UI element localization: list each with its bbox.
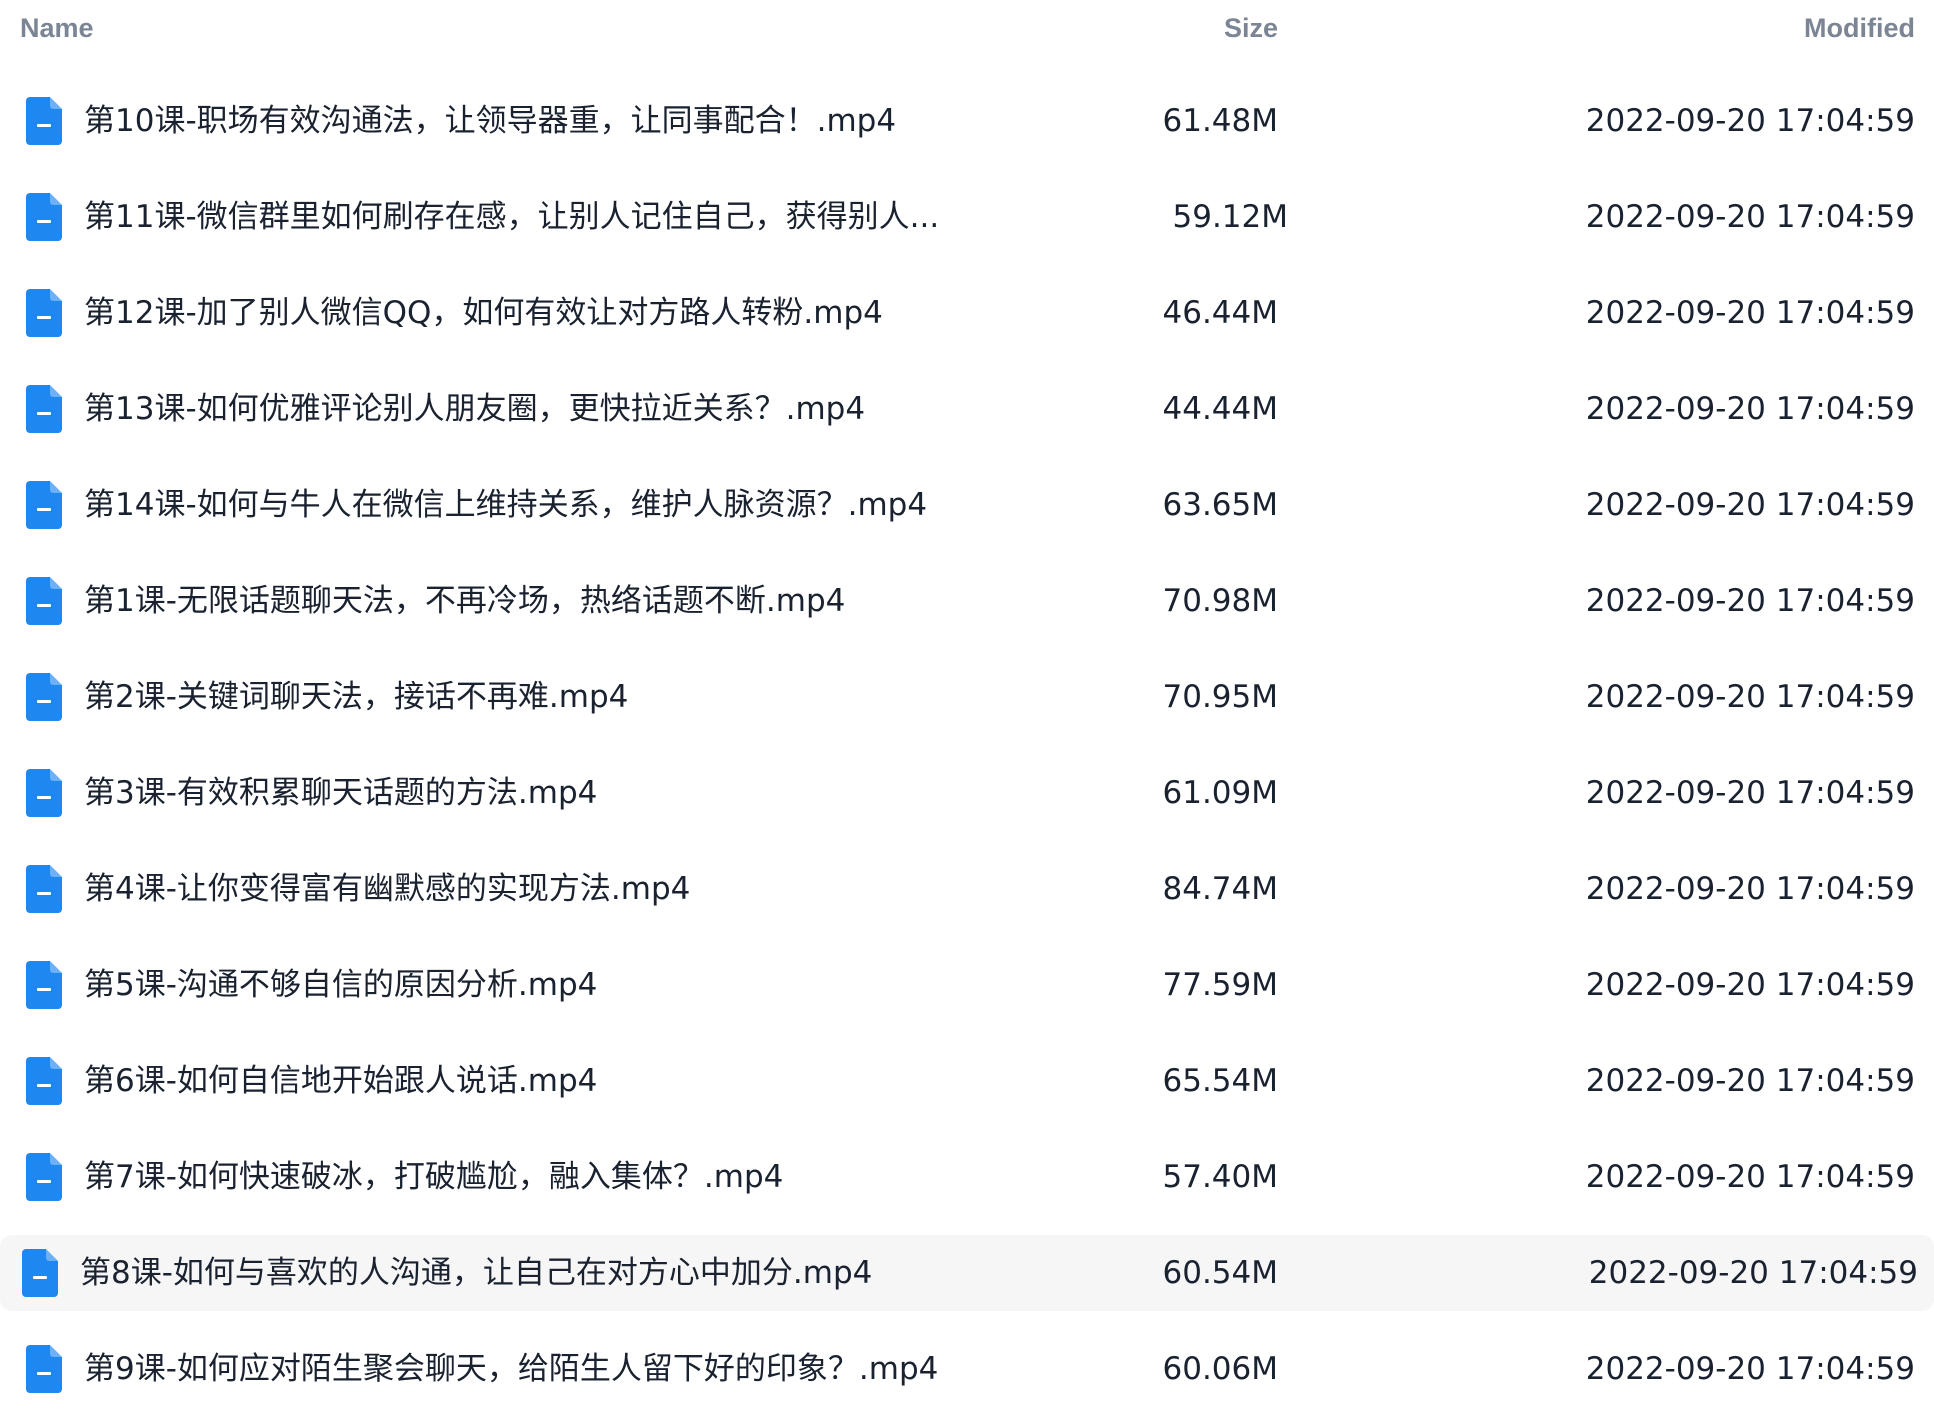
file-size: 70.98M [1162,583,1279,619]
file-icon [22,1249,58,1297]
file-modified-date: 2022-09-20 17:04:59 [1585,871,1915,907]
file-name: 第12课-加了别人微信QQ，如何有效让对方路人转粉.mp4 [84,295,883,331]
file-row[interactable]: 第12课-加了别人微信QQ，如何有效让对方路人转粉.mp4 46.44M 202… [0,275,1934,351]
file-modified-date: 2022-09-20 17:04:59 [1585,1063,1915,1099]
modified-column-header[interactable]: Modified [1804,13,1915,44]
file-row[interactable]: 第6课-如何自信地开始跟人说话.mp4 65.54M 2022-09-20 17… [0,1043,1934,1119]
file-size: 59.12M [1172,199,1289,235]
file-name: 第8课-如何与喜欢的人沟通，让自己在对方心中加分.mp4 [80,1255,873,1291]
file-name: 第5课-沟通不够自信的原因分析.mp4 [84,967,598,1003]
file-size: 60.54M [1162,1255,1279,1291]
file-icon [26,769,62,817]
file-modified-date: 2022-09-20 17:04:59 [1585,583,1915,619]
file-modified-date: 2022-09-20 17:04:59 [1585,775,1915,811]
file-modified-date: 2022-09-20 17:04:59 [1585,1159,1915,1195]
file-modified-date: 2022-09-20 17:04:59 [1585,391,1915,427]
file-row[interactable]: 第7课-如何快速破冰，打破尴尬，融入集体？.mp4 57.40M 2022-09… [0,1139,1934,1215]
file-row[interactable]: 第5课-沟通不够自信的原因分析.mp4 77.59M 2022-09-20 17… [0,947,1934,1023]
file-size: 63.65M [1162,487,1279,523]
file-size: 61.09M [1162,775,1279,811]
file-icon [26,1057,62,1105]
file-icon [26,481,62,529]
file-modified-date: 2022-09-20 17:04:59 [1585,967,1915,1003]
file-icon [26,289,62,337]
file-modified-date: 2022-09-20 17:04:59 [1588,1255,1918,1291]
file-size: 60.06M [1162,1351,1279,1387]
file-row[interactable]: 第3课-有效积累聊天话题的方法.mp4 61.09M 2022-09-20 17… [0,755,1934,831]
file-name: 第9课-如何应对陌生聚会聊天，给陌生人留下好的印象？.mp4 [84,1351,939,1387]
name-column-header[interactable]: Name [20,13,94,44]
file-icon [26,97,62,145]
file-modified-date: 2022-09-20 17:04:59 [1585,679,1915,715]
file-icon [26,577,62,625]
file-name: 第7课-如何快速破冰，打破尴尬，融入集体？.mp4 [84,1159,784,1195]
file-rows: 第10课-职场有效沟通法，让领导器重，让同事配合！.mp4 61.48M 202… [0,83,1934,1407]
file-icon [26,673,62,721]
file-icon [26,961,62,1009]
file-modified-date: 2022-09-20 17:04:59 [1585,487,1915,523]
file-size: 61.48M [1162,103,1279,139]
file-row[interactable]: 第9课-如何应对陌生聚会聊天，给陌生人留下好的印象？.mp4 60.06M 20… [0,1331,1934,1407]
file-name: 第13课-如何优雅评论别人朋友圈，更快拉近关系？.mp4 [84,391,866,427]
file-size: 77.59M [1162,967,1279,1003]
file-name: 第4课-让你变得富有幽默感的实现方法.mp4 [84,871,691,907]
file-row[interactable]: 第1课-无限话题聊天法，不再冷场，热络话题不断.mp4 70.98M 2022-… [0,563,1934,639]
file-list: Name Size Modified 第10课-职场有效沟通法，让领导器重，让同… [0,0,1934,1422]
file-modified-date: 2022-09-20 17:04:59 [1585,103,1915,139]
file-name: 第6课-如何自信地开始跟人说话.mp4 [84,1063,598,1099]
file-row[interactable]: 第4课-让你变得富有幽默感的实现方法.mp4 84.74M 2022-09-20… [0,851,1934,927]
column-header-row: Name Size Modified [0,0,1934,58]
file-row[interactable]: 第2课-关键词聊天法，接话不再难.mp4 70.95M 2022-09-20 1… [0,659,1934,735]
file-size: 70.95M [1162,679,1279,715]
file-icon [26,1345,62,1393]
file-name: 第2课-关键词聊天法，接话不再难.mp4 [84,679,629,715]
file-row[interactable]: 第13课-如何优雅评论别人朋友圈，更快拉近关系？.mp4 44.44M 2022… [0,371,1934,447]
file-icon [26,865,62,913]
file-name: 第11课-微信群里如何刷存在感，让别人记住自己，获得别人... [84,199,940,235]
file-row[interactable]: 第8课-如何与喜欢的人沟通，让自己在对方心中加分.mp4 60.54M 2022… [0,1235,1934,1311]
file-row[interactable]: 第10课-职场有效沟通法，让领导器重，让同事配合！.mp4 61.48M 202… [0,83,1934,159]
file-size: 46.44M [1162,295,1279,331]
file-size: 65.54M [1162,1063,1279,1099]
file-size: 57.40M [1162,1159,1279,1195]
file-modified-date: 2022-09-20 17:04:59 [1585,199,1915,235]
file-modified-date: 2022-09-20 17:04:59 [1585,295,1915,331]
file-name: 第1课-无限话题聊天法，不再冷场，热络话题不断.mp4 [84,583,846,619]
file-name: 第3课-有效积累聊天话题的方法.mp4 [84,775,598,811]
file-name: 第10课-职场有效沟通法，让领导器重，让同事配合！.mp4 [84,103,897,139]
file-row[interactable]: 第11课-微信群里如何刷存在感，让别人记住自己，获得别人... 59.12M 2… [0,179,1934,255]
file-modified-date: 2022-09-20 17:04:59 [1585,1351,1915,1387]
file-size: 44.44M [1162,391,1279,427]
size-column-header[interactable]: Size [1224,13,1278,44]
file-icon [26,1153,62,1201]
file-row[interactable]: 第14课-如何与牛人在微信上维持关系，维护人脉资源？.mp4 63.65M 20… [0,467,1934,543]
file-icon [26,385,62,433]
file-icon [26,193,62,241]
file-name: 第14课-如何与牛人在微信上维持关系，维护人脉资源？.mp4 [84,487,928,523]
file-size: 84.74M [1162,871,1279,907]
